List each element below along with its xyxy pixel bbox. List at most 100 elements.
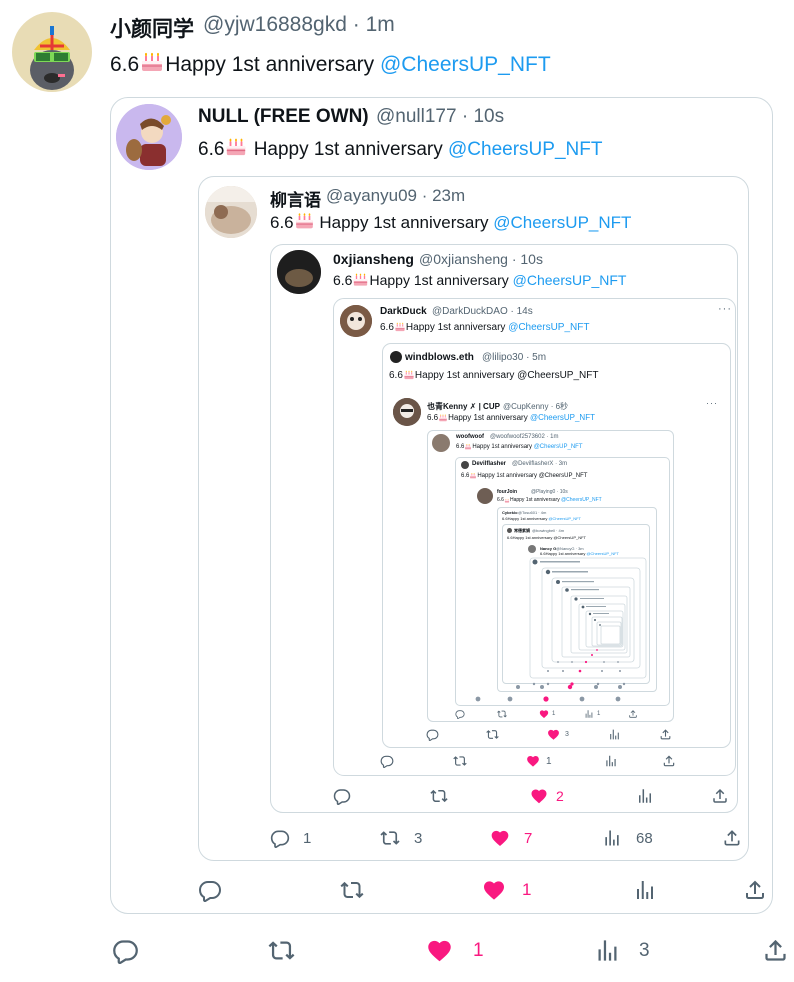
mention-link[interactable]: @CheersUP_NFT (508, 322, 589, 333)
author-name[interactable]: 0xjiansheng (333, 251, 414, 267)
views-button[interactable]: 1 (584, 709, 600, 719)
mention-link[interactable]: @CheersUP_NFT (534, 444, 583, 450)
mention-link[interactable]: @CheersUP_NFT (448, 139, 602, 160)
share-button[interactable] (743, 878, 767, 902)
tweet-text: 6.6Happy 1st anniversary @CheersUP_NFT (110, 49, 551, 77)
author-name[interactable]: Devilflasher (472, 461, 506, 467)
avatar[interactable] (528, 545, 536, 553)
like-button[interactable]: 1 (482, 878, 531, 902)
reply-button[interactable] (333, 787, 351, 805)
avatar[interactable] (432, 434, 450, 452)
retweet-button[interactable] (486, 728, 499, 741)
author-handle[interactable]: @Playing0 · 10s (531, 489, 568, 495)
avatar[interactable] (340, 305, 372, 337)
views-button[interactable] (633, 878, 657, 902)
retweet-button[interactable] (497, 709, 507, 719)
author-handle[interactable]: @0xjiansheng · 10s (419, 251, 543, 267)
like-button[interactable]: 3 (547, 728, 569, 741)
author-handle[interactable]: @CupKenny · 6秒 (503, 401, 568, 412)
author-handle[interactable]: @yjw16888gkd · 1m (203, 13, 395, 37)
more-dots-icon[interactable]: ··· (706, 398, 718, 408)
like-button[interactable]: 1 (526, 754, 552, 768)
retweet-button[interactable]: 3 (380, 828, 422, 848)
author-handle[interactable]: @bowingbell · 4m (532, 528, 564, 533)
author-handle[interactable]: @null177 · 10s (376, 106, 504, 128)
avatar[interactable] (461, 461, 469, 469)
avatar[interactable] (477, 488, 493, 504)
reply-button[interactable] (198, 878, 222, 902)
heart-icon (539, 709, 549, 719)
avatar[interactable] (393, 398, 421, 426)
share-button[interactable] (659, 728, 672, 741)
reply-icon (455, 709, 465, 719)
author-name[interactable]: woofwoof (456, 434, 484, 440)
share-icon (659, 728, 672, 741)
like-button[interactable]: 2 (530, 787, 564, 805)
like-button[interactable]: 1 (426, 937, 484, 964)
avatar[interactable] (277, 250, 321, 294)
views-button[interactable] (604, 754, 618, 768)
author-handle[interactable]: @lilipo30 · 5m (482, 352, 546, 363)
avatar[interactable] (507, 528, 512, 533)
author-handle[interactable]: @Tosu601 · 4m (518, 510, 546, 515)
mention-link[interactable]: @CheersUP_NFT (548, 516, 581, 521)
views-icon (633, 878, 657, 902)
share-button[interactable] (628, 709, 638, 719)
tweet-text: 6.6Happy 1st anniversary @CheersUP_NFT (456, 444, 583, 450)
reply-button[interactable] (380, 754, 394, 768)
author-name[interactable]: 常德紫娟 (514, 528, 530, 534)
mention-link[interactable]: @CheersUP_NFT (380, 53, 551, 76)
author-name[interactable]: 小颜同学 (110, 13, 194, 43)
author-name[interactable]: DarkDuck (380, 306, 427, 317)
mention-link[interactable]: @CheersUP_NFT (513, 272, 627, 288)
like-button[interactable]: 7 (490, 828, 532, 848)
birthday-cake-icon (438, 413, 448, 422)
share-button[interactable] (762, 937, 789, 964)
birthday-cake-icon (403, 369, 415, 380)
views-button[interactable]: 3 (594, 937, 650, 964)
author-handle[interactable]: @DevilflasherX · 3m (512, 461, 567, 467)
retweet-button[interactable] (340, 878, 364, 902)
author-handle[interactable]: @woofwoof2573602 · 1m (490, 434, 558, 440)
author-name[interactable]: 也青Kenny ✗ | CUP (427, 401, 500, 412)
like-button[interactable]: 1 (539, 709, 555, 719)
share-button[interactable] (722, 828, 742, 848)
reply-button[interactable]: 1 (270, 828, 311, 848)
retweet-button[interactable] (268, 937, 295, 964)
reply-icon (112, 937, 139, 964)
tweet-text: 6.6Happy 1st anniversary @CheersUP_NFT (333, 272, 627, 288)
views-icon (608, 728, 621, 741)
author-name[interactable]: NULL (FREE OWN) (198, 106, 369, 128)
views-button[interactable] (636, 787, 654, 805)
avatar[interactable] (205, 186, 257, 238)
avatar[interactable] (116, 104, 182, 170)
retweet-button[interactable] (453, 754, 467, 768)
avatar[interactable] (390, 351, 402, 363)
views-button[interactable] (608, 728, 621, 741)
share-icon (628, 709, 638, 719)
tweet-text: 6.6Happy 1st anniversary @CheersUP_NFT (507, 535, 586, 540)
author-name[interactable]: windblows.eth (405, 352, 474, 363)
author-name[interactable]: fourJoin (497, 489, 517, 495)
author-name[interactable]: 柳言语 (270, 186, 321, 211)
mention-link[interactable]: @CheersUP_NFT (493, 213, 631, 232)
heart-icon (526, 754, 540, 768)
reply-button[interactable] (455, 709, 465, 719)
share-button[interactable] (662, 754, 676, 768)
avatar[interactable] (12, 12, 92, 92)
mention-link[interactable]: @CheersUP_NFT (530, 413, 595, 422)
retweet-button[interactable] (430, 787, 448, 805)
more-dots-icon[interactable]: ··· (718, 303, 732, 315)
author-name[interactable]: Cybeklo (502, 510, 518, 515)
retweet-icon (430, 787, 448, 805)
mention-link[interactable]: @CheersUP_NFT (561, 497, 602, 503)
reply-button[interactable] (426, 728, 439, 741)
author-handle[interactable]: @DarkDuckDAO · 14s (432, 306, 533, 317)
reply-icon (198, 878, 222, 902)
views-button[interactable]: 68 (602, 828, 653, 848)
reply-icon (380, 754, 394, 768)
author-handle[interactable]: @ayanyu09 · 23m (326, 186, 465, 206)
retweet-icon (268, 937, 295, 964)
reply-button[interactable] (112, 937, 139, 964)
share-button[interactable] (711, 787, 729, 805)
